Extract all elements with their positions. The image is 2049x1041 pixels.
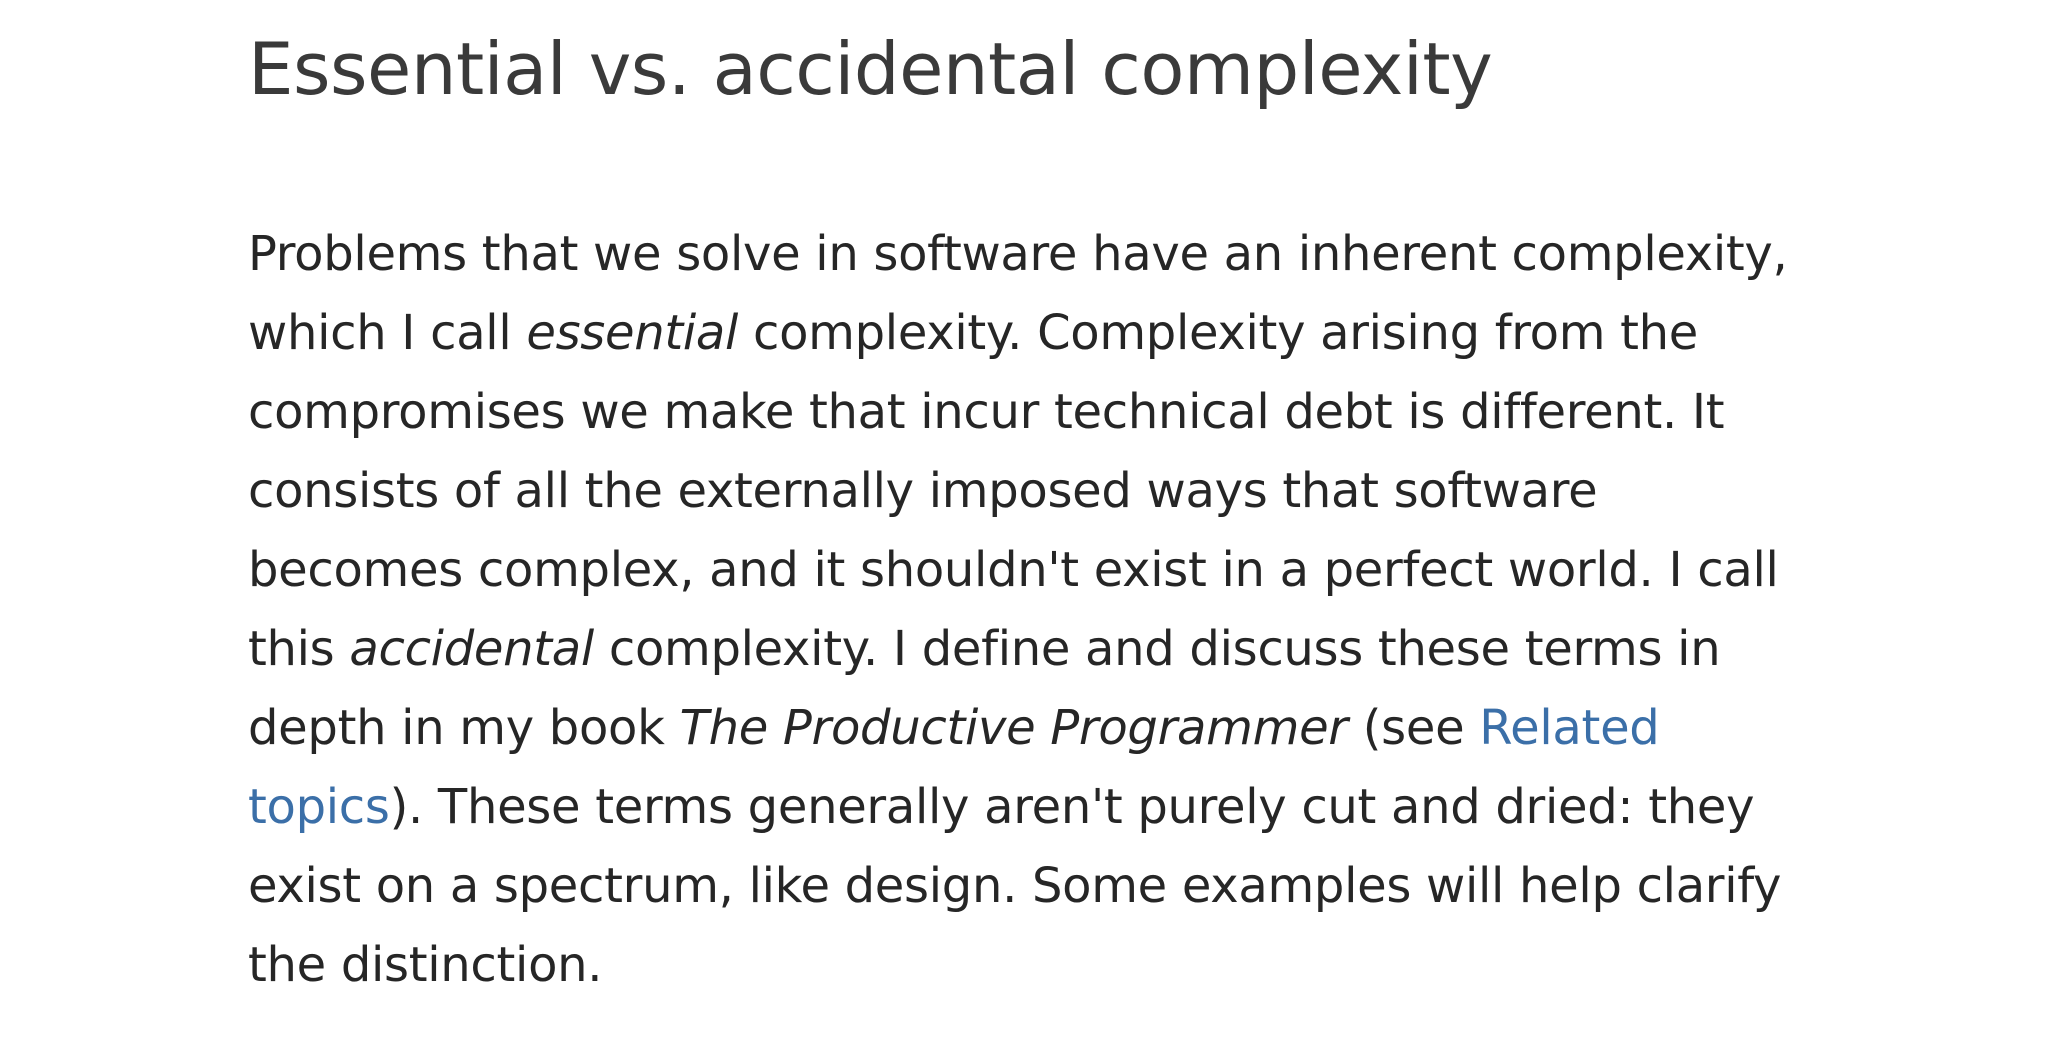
book-title: The Productive Programmer — [679, 700, 1348, 756]
text-run: depth in my book — [248, 700, 680, 756]
text-run: complexity. Complexity arising from the — [738, 305, 1699, 361]
page: Essential vs. accidental complexity Prob… — [0, 0, 2049, 1041]
body-paragraph: Problems that we solve in software have … — [248, 215, 1788, 1005]
text-line: compromises we make that incur technical… — [248, 373, 1768, 452]
text-run: the distinction. — [248, 937, 603, 993]
text-line: topics). These terms generally aren't pu… — [248, 768, 1768, 847]
text-run: complexity. I define and discuss these t… — [593, 621, 1721, 677]
text-run: (see — [1347, 700, 1480, 756]
text-run: this — [248, 621, 350, 677]
text-run: Problems that we solve in software have … — [248, 226, 1788, 282]
text-run: becomes complex, and it shouldn't exist … — [248, 542, 1779, 598]
text-line: Problems that we solve in software have … — [248, 215, 1788, 294]
text-line: depth in my book The Productive Programm… — [248, 689, 1768, 768]
article: Essential vs. accidental complexity Prob… — [248, 24, 1788, 1005]
emphasis-accidental: accidental — [349, 621, 594, 677]
text-run: which I call — [248, 305, 527, 361]
text-run: compromises we make that incur technical… — [248, 384, 1725, 440]
text-line: the distinction. — [248, 926, 1768, 1005]
related-topics-link[interactable]: topics — [248, 779, 390, 835]
text-line: becomes complex, and it shouldn't exist … — [248, 531, 1779, 610]
text-run: ). These terms generally aren't purely c… — [389, 779, 1755, 835]
text-line: which I call essential complexity. Compl… — [248, 294, 1768, 373]
text-line: consists of all the externally imposed w… — [248, 452, 1768, 531]
related-topics-link[interactable]: Related — [1479, 700, 1660, 756]
section-heading: Essential vs. accidental complexity — [248, 27, 1493, 111]
text-run: exist on a spectrum, like design. Some e… — [248, 858, 1782, 914]
emphasis-essential: essential — [526, 305, 739, 361]
text-line: exist on a spectrum, like design. Some e… — [248, 847, 1781, 926]
text-line: this accidental complexity. I define and… — [248, 610, 1768, 689]
text-run: consists of all the externally imposed w… — [248, 463, 1598, 519]
